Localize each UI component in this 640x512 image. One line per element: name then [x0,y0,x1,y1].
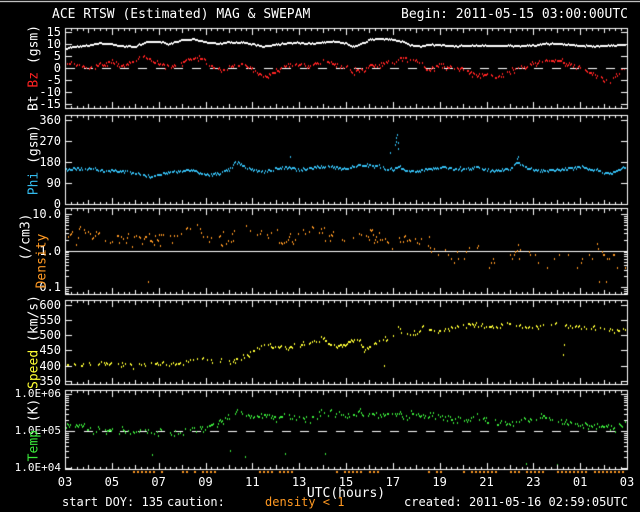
plot-canvas [0,0,640,512]
ace-rtsw-plot-page: ACE RTSW (Estimated) MAG & SWEPAM Begin:… [0,0,640,512]
